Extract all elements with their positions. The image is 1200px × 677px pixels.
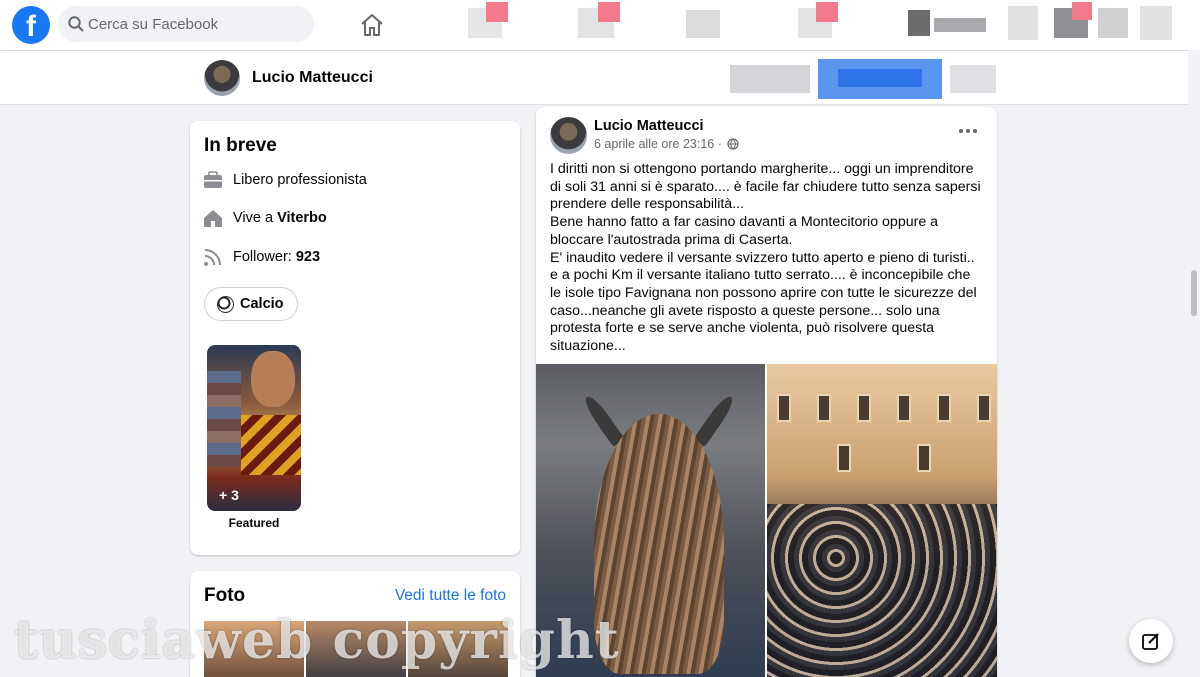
intro-followers-count[interactable]: 923 <box>296 249 320 265</box>
post-timestamp[interactable]: 6 aprile alle ore 23:16 · <box>594 137 739 151</box>
home-icon[interactable] <box>358 11 386 39</box>
watermark: tusciaweb copyright <box>14 610 620 671</box>
post-text: I diritti non si ottengono portando marg… <box>550 161 981 355</box>
intro-work-text: Libero professionista <box>233 172 367 188</box>
rss-feed-icon <box>204 249 221 266</box>
hobby-label: Calcio <box>240 296 284 312</box>
featured-photo-mosaic <box>207 371 241 467</box>
crowd-shape <box>767 504 997 677</box>
intro-card: In breve Libero professionista Vive a Vi… <box>190 121 520 555</box>
hobby-chip[interactable]: Calcio <box>204 287 298 321</box>
facebook-logo-icon[interactable]: f <box>12 6 50 44</box>
intro-lives-row: Vive a Viterbo <box>202 206 327 230</box>
intro-title: In breve <box>204 135 277 156</box>
facebook-logo-letter: f <box>26 10 36 43</box>
blurred-profile-actions[interactable] <box>730 55 1000 101</box>
intro-lives-city[interactable]: Viterbo <box>277 210 327 226</box>
post-author[interactable]: Lucio Matteucci <box>594 118 704 134</box>
featured-photo-scarf <box>241 415 301 475</box>
compose-icon <box>1142 633 1159 650</box>
intro-work-row: Libero professionista <box>202 168 367 192</box>
profile-sticky-header: Lucio Matteucci <box>0 51 1188 105</box>
avatar[interactable] <box>204 60 240 96</box>
avatar[interactable] <box>550 117 587 154</box>
post-options-button[interactable] <box>951 119 985 143</box>
post-card: Lucio Matteucci 6 aprile alle ore 23:16 … <box>536 107 997 677</box>
briefcase-icon <box>204 171 222 188</box>
featured-count: + 3 <box>219 487 239 503</box>
photos-title: Foto <box>204 585 246 606</box>
featured-label[interactable]: Featured <box>207 516 301 530</box>
featured-photo-face <box>251 351 295 407</box>
top-navigation-bar: f <box>0 0 1200 50</box>
see-all-photos-link[interactable]: Vedi tutte le foto <box>395 587 506 605</box>
globe-icon <box>727 138 739 150</box>
post-photo-crowd[interactable] <box>767 364 997 677</box>
profile-name[interactable]: Lucio Matteucci <box>252 69 373 87</box>
scrollbar-thumb[interactable] <box>1191 270 1197 316</box>
post-date-text: 6 aprile alle ore 23:16 · <box>594 137 722 151</box>
featured-collection[interactable]: + 3 <box>207 345 301 511</box>
intro-lives-prefix: Vive a <box>233 210 278 226</box>
search-icon <box>68 16 84 32</box>
intro-followers-prefix: Follower: <box>233 249 296 265</box>
horn-shape <box>693 393 737 447</box>
intro-followers-row: Follower: 923 <box>202 245 320 269</box>
search-box[interactable] <box>58 6 314 42</box>
search-input[interactable] <box>88 6 308 42</box>
home-icon <box>204 210 222 227</box>
horn-shape <box>581 393 625 447</box>
page-scrollbar[interactable] <box>1188 50 1200 677</box>
soccer-ball-icon <box>217 295 234 313</box>
new-message-button[interactable] <box>1129 619 1173 663</box>
